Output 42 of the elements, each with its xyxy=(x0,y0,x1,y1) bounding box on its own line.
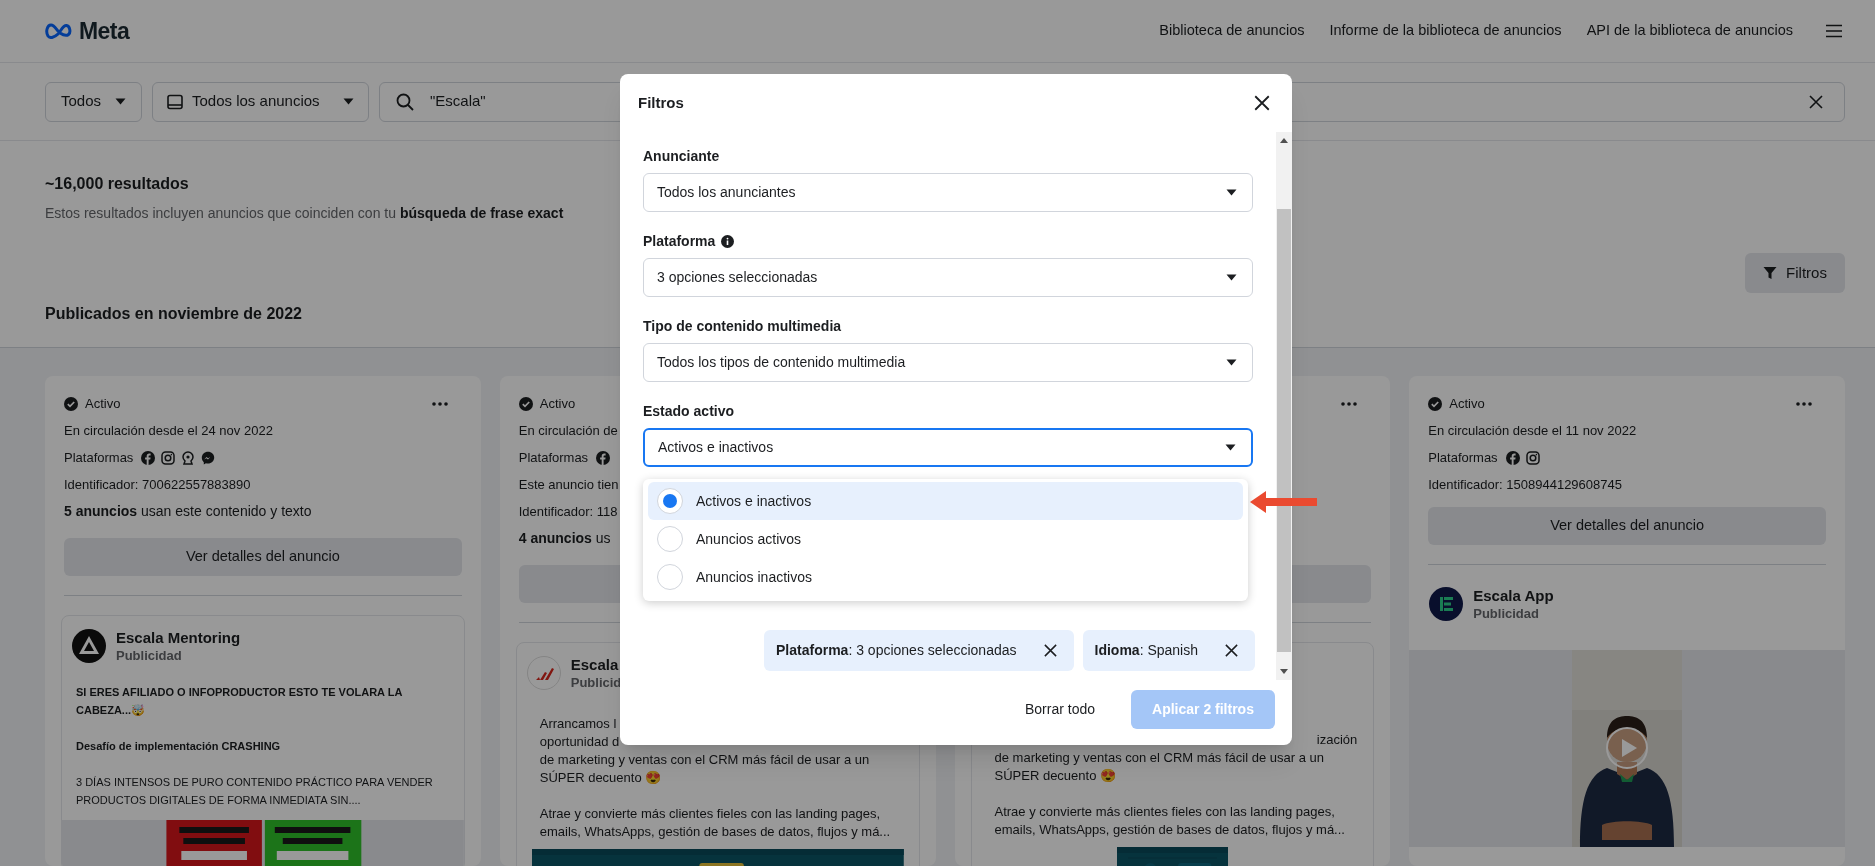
platforms-label: Plataformas xyxy=(64,448,134,467)
id-text: Identificador: 118 xyxy=(518,502,618,521)
ad-text: 3 DÍAS INTENSOS DE PURO CONTENIDO PRÁCTICO PARA VENDER PRODUCTOS DIGITALES DE FORMA INMEDIATA SIN.... xyxy=(76,775,434,808)
ad-text-line: oportunidad d xyxy=(539,733,620,751)
field-label: Estado activo xyxy=(643,401,735,421)
usage-text: 4 anuncios us xyxy=(518,529,611,548)
field-label: Plataforma xyxy=(643,231,716,251)
ad-text-line: de marketing y ventas con el CRM más fácil de usar a un xyxy=(994,749,1324,767)
sponsored-label: Publicid xyxy=(570,674,622,691)
ad-text-line: Atrae y convierte más clientes fieles con las landing pages, xyxy=(539,805,881,823)
ad-text-line: Atrae y convierte más clientes fieles con las landing pages, xyxy=(994,803,1335,821)
sponsored-label: Publicidad xyxy=(116,647,183,664)
dialog-title: Filtros xyxy=(638,92,684,113)
status-text: Activo xyxy=(539,394,576,413)
date-text: En circulación desde el 24 nov 2022 xyxy=(64,421,273,440)
id-text: Identificador: 1508944129608745 xyxy=(1428,475,1622,494)
chip-label: Plataforma: 3 opciones seleccionadas xyxy=(776,641,1017,660)
ad-text-line: SÚPER decuento 😍 xyxy=(994,767,1116,785)
sponsored-label: Publicidad xyxy=(1473,605,1540,622)
field-label: Anunciante xyxy=(643,146,720,166)
date-text: En circulación de xyxy=(518,421,618,440)
ad-text: SI ERES AFILIADO O INFOPRODUCTOR ESTO TE VOLARA LA CABEZA...🤯 xyxy=(76,685,403,718)
date-text: En circulación desde el 11 nov 2022 xyxy=(1428,421,1637,440)
ad-text-line: Arrancamos l xyxy=(539,715,617,733)
ad-text: Desafío de implementación CRASHING xyxy=(76,739,282,754)
platforms-label: Plataformas xyxy=(1428,448,1498,467)
chip-label: Idioma: Spanish xyxy=(1094,641,1198,660)
field-label: Tipo de contenido multimedia xyxy=(643,316,842,336)
usage-text: 5 anuncios usan este contenido y texto xyxy=(64,502,312,521)
platforms-label: Plataformas xyxy=(518,448,589,467)
status-text: Activo xyxy=(85,394,121,413)
ad-text-line: emails, WhatsApps, gestión de bases de datos, flujos y má... xyxy=(539,823,891,841)
id-text: Identificador: 700622557883890 xyxy=(64,475,251,494)
ad-text-line: SÚPER decuento 😍 xyxy=(539,769,662,787)
section-title: Publicados en noviembre de 2022 xyxy=(45,304,302,324)
ad-text-line: ización xyxy=(1316,731,1358,749)
ad-text-line: emails, WhatsApps, gestión de bases de datos, flujos y má... xyxy=(994,821,1345,839)
results-count: ~16,000 resultados xyxy=(45,174,189,194)
ad-text-line: de marketing y ventas con el CRM más fácil de usar a un xyxy=(539,751,870,769)
note-text: Este anuncio tien xyxy=(518,475,619,494)
results-description: Estos resultados incluyen anuncios que coinciden con tu búsqueda de frase exact xyxy=(45,204,564,223)
status-text: Activo xyxy=(1449,394,1485,413)
